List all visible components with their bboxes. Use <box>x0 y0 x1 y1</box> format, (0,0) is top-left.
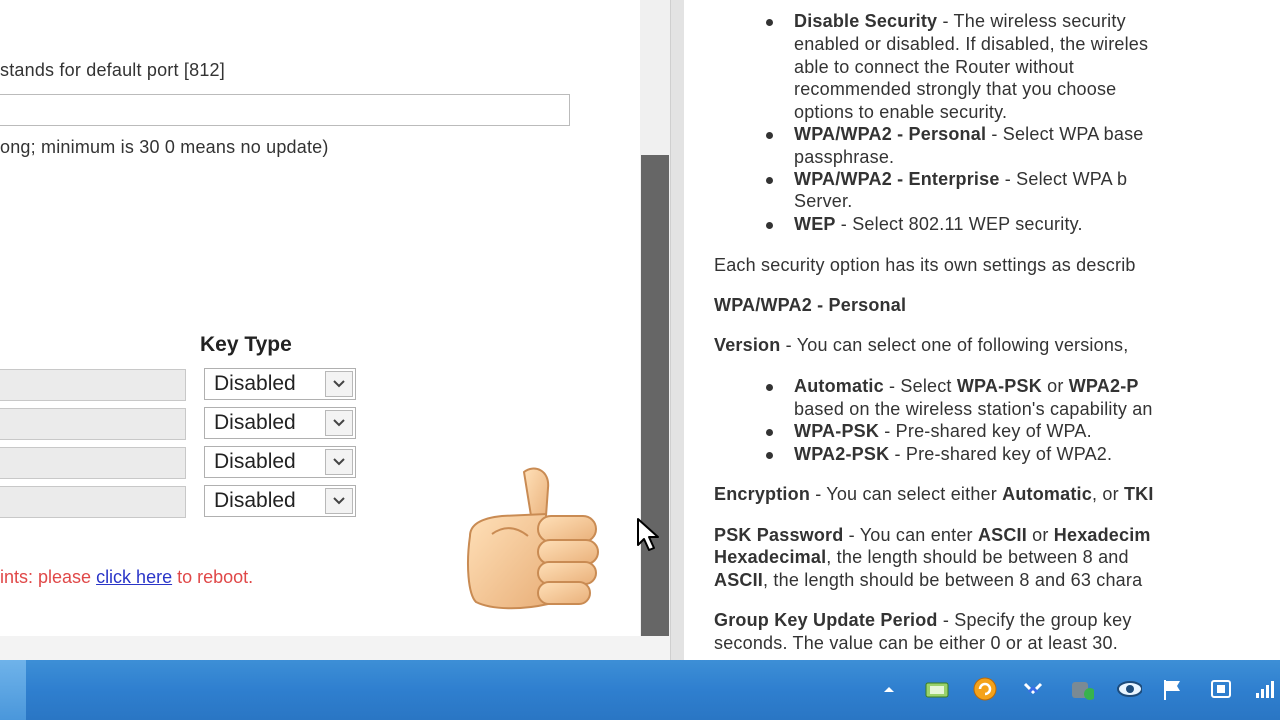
help-psk-password: PSK Password - You can enter ASCII or He… <box>714 525 1151 545</box>
wep-key-input-1[interactable] <box>0 369 186 401</box>
port-hint-text: stands for default port [812] <box>0 60 225 80</box>
update-icon[interactable] <box>972 676 998 702</box>
bullet <box>766 384 773 391</box>
help-text-line: options to enable security. <box>794 102 1008 122</box>
wep-key-input-4[interactable] <box>0 486 186 518</box>
key-type-select-4[interactable]: Disabled <box>204 485 356 517</box>
key-type-header: Key Type <box>200 333 292 356</box>
help-heading: WPA/WPA2 - Personal <box>714 295 907 315</box>
reboot-notice: ints: please click here to reboot. <box>0 567 253 588</box>
help-pane: Disable Security - The wireless security… <box>684 0 1280 660</box>
key-type-select-3[interactable]: Disabled <box>204 446 356 478</box>
chevron-down-icon[interactable] <box>325 410 353 436</box>
cursor-icon <box>637 518 659 551</box>
server-address-input[interactable] <box>0 94 570 126</box>
key-type-select-value: Disabled <box>214 450 296 473</box>
chevron-down-icon[interactable] <box>325 449 353 475</box>
signal-icon[interactable] <box>1252 676 1278 702</box>
device-icon[interactable] <box>1208 676 1234 702</box>
wep-key-input-2[interactable] <box>0 408 186 440</box>
thumbs-up-icon <box>467 467 599 610</box>
scrollbar-thumb[interactable] <box>641 155 669 636</box>
wep-key-input-3[interactable] <box>0 447 186 479</box>
router-settings-pane: stands for default port [812] ong; minim… <box>0 0 640 636</box>
bullet <box>766 222 773 229</box>
taskbar-button[interactable] <box>0 660 26 720</box>
help-text-line: Hexadecimal, the length should be betwee… <box>714 547 1129 567</box>
help-paragraph: Each security option has its own setting… <box>714 255 1136 275</box>
key-type-select-value: Disabled <box>214 489 296 512</box>
help-text-line: able to connect the Router without <box>794 57 1074 77</box>
help-text-line: Server. <box>794 191 853 211</box>
security-icon[interactable] <box>1068 676 1094 702</box>
help-wpa-psk: WPA-PSK - Pre-shared key of WPA. <box>794 421 1092 441</box>
bullet <box>766 177 773 184</box>
reboot-suffix: to reboot. <box>172 567 254 587</box>
bluetooth-icon[interactable] <box>1020 676 1046 702</box>
bullet <box>766 19 773 26</box>
key-type-select-1[interactable]: Disabled <box>204 368 356 400</box>
key-type-select-value: Disabled <box>214 372 296 395</box>
help-text-line: enabled or disabled. If disabled, the wi… <box>794 34 1149 54</box>
reboot-prefix: ints: please <box>0 567 97 587</box>
help-group-key: Group Key Update Period - Specify the gr… <box>714 610 1132 630</box>
bullet <box>766 429 773 436</box>
key-type-select-value: Disabled <box>214 411 296 434</box>
bullet <box>766 452 773 459</box>
help-version: Version - You can select one of followin… <box>714 335 1129 355</box>
help-wpa-enterprise: WPA/WPA2 - Enterprise - Select WPA b <box>794 169 1128 189</box>
help-wpa2-psk: WPA2-PSK - Pre-shared key of WPA2. <box>794 444 1113 464</box>
help-text-line: recommended strongly that you choose <box>794 79 1117 99</box>
flag-icon[interactable] <box>1160 676 1186 702</box>
network-icon[interactable] <box>924 676 950 702</box>
pane-divider[interactable] <box>670 0 684 660</box>
chevron-down-icon[interactable] <box>325 371 353 397</box>
pane-bottom-edge <box>0 636 670 660</box>
key-type-select-2[interactable]: Disabled <box>204 407 356 439</box>
help-text-line: based on the wireless station's capabili… <box>794 399 1153 419</box>
bullet <box>766 132 773 139</box>
chevron-down-icon[interactable] <box>325 488 353 514</box>
eye-icon[interactable] <box>1116 676 1142 702</box>
update-period-hint-text: ong; minimum is 30 0 means no update) <box>0 137 329 157</box>
help-wpa-personal: WPA/WPA2 - Personal - Select WPA base <box>794 124 1144 144</box>
help-text-line: passphrase. <box>794 147 895 167</box>
reboot-link[interactable]: click here <box>96 567 172 587</box>
help-encryption: Encryption - You can select either Autom… <box>714 484 1154 504</box>
help-disable-security: Disable Security - The wireless security <box>794 11 1126 31</box>
help-text-line: seconds. The value can be either 0 or at… <box>714 633 1118 653</box>
help-text-line: ASCII, the length should be between 8 an… <box>714 570 1143 590</box>
help-automatic: Automatic - Select WPA-PSK or WPA2-P <box>794 376 1139 396</box>
show-hidden-icons[interactable] <box>876 676 902 702</box>
help-wep: WEP - Select 802.11 WEP security. <box>794 214 1083 234</box>
